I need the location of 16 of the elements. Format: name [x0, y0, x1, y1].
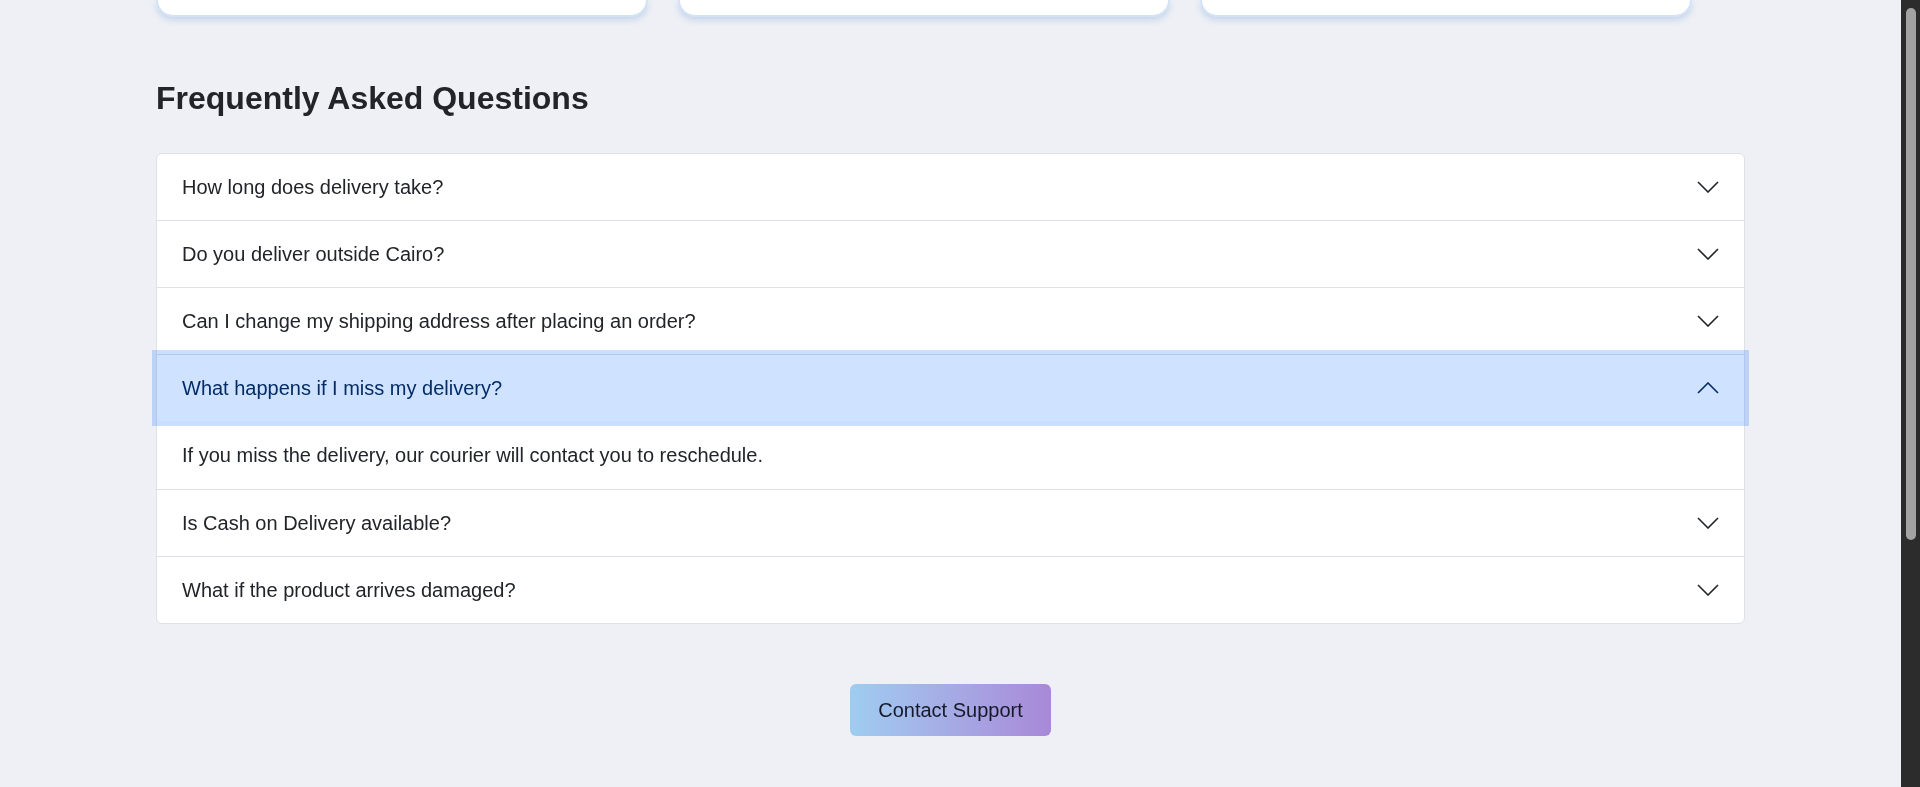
faq-question[interactable]: Do you deliver outside Cairo?	[157, 221, 1744, 287]
scrollbar-thumb[interactable]	[1905, 8, 1916, 540]
faq-question[interactable]: Can I change my shipping address after placing an order?	[157, 288, 1744, 354]
chevron-down-icon	[1697, 315, 1719, 327]
chevron-down-icon	[1697, 181, 1719, 193]
faq-answer: If you miss the delivery, our courier will contact you to reschedule.	[181, 443, 764, 468]
chevron-down-icon	[1697, 584, 1719, 596]
faq-question[interactable]: What happens if I miss my delivery?	[157, 355, 1744, 421]
contact-support-button[interactable]: Contact Support	[850, 684, 1051, 736]
chevron-down-icon	[1697, 517, 1719, 529]
faq-question[interactable]: What if the product arrives damaged?	[157, 557, 1744, 623]
faq-question[interactable]: How long does delivery take?	[157, 154, 1744, 220]
chevron-up-icon	[1697, 382, 1719, 394]
faq-heading: Frequently Asked Questions	[156, 79, 589, 117]
chevron-down-icon	[1697, 248, 1719, 260]
faq-question[interactable]: Is Cash on Delivery available?	[157, 490, 1744, 556]
